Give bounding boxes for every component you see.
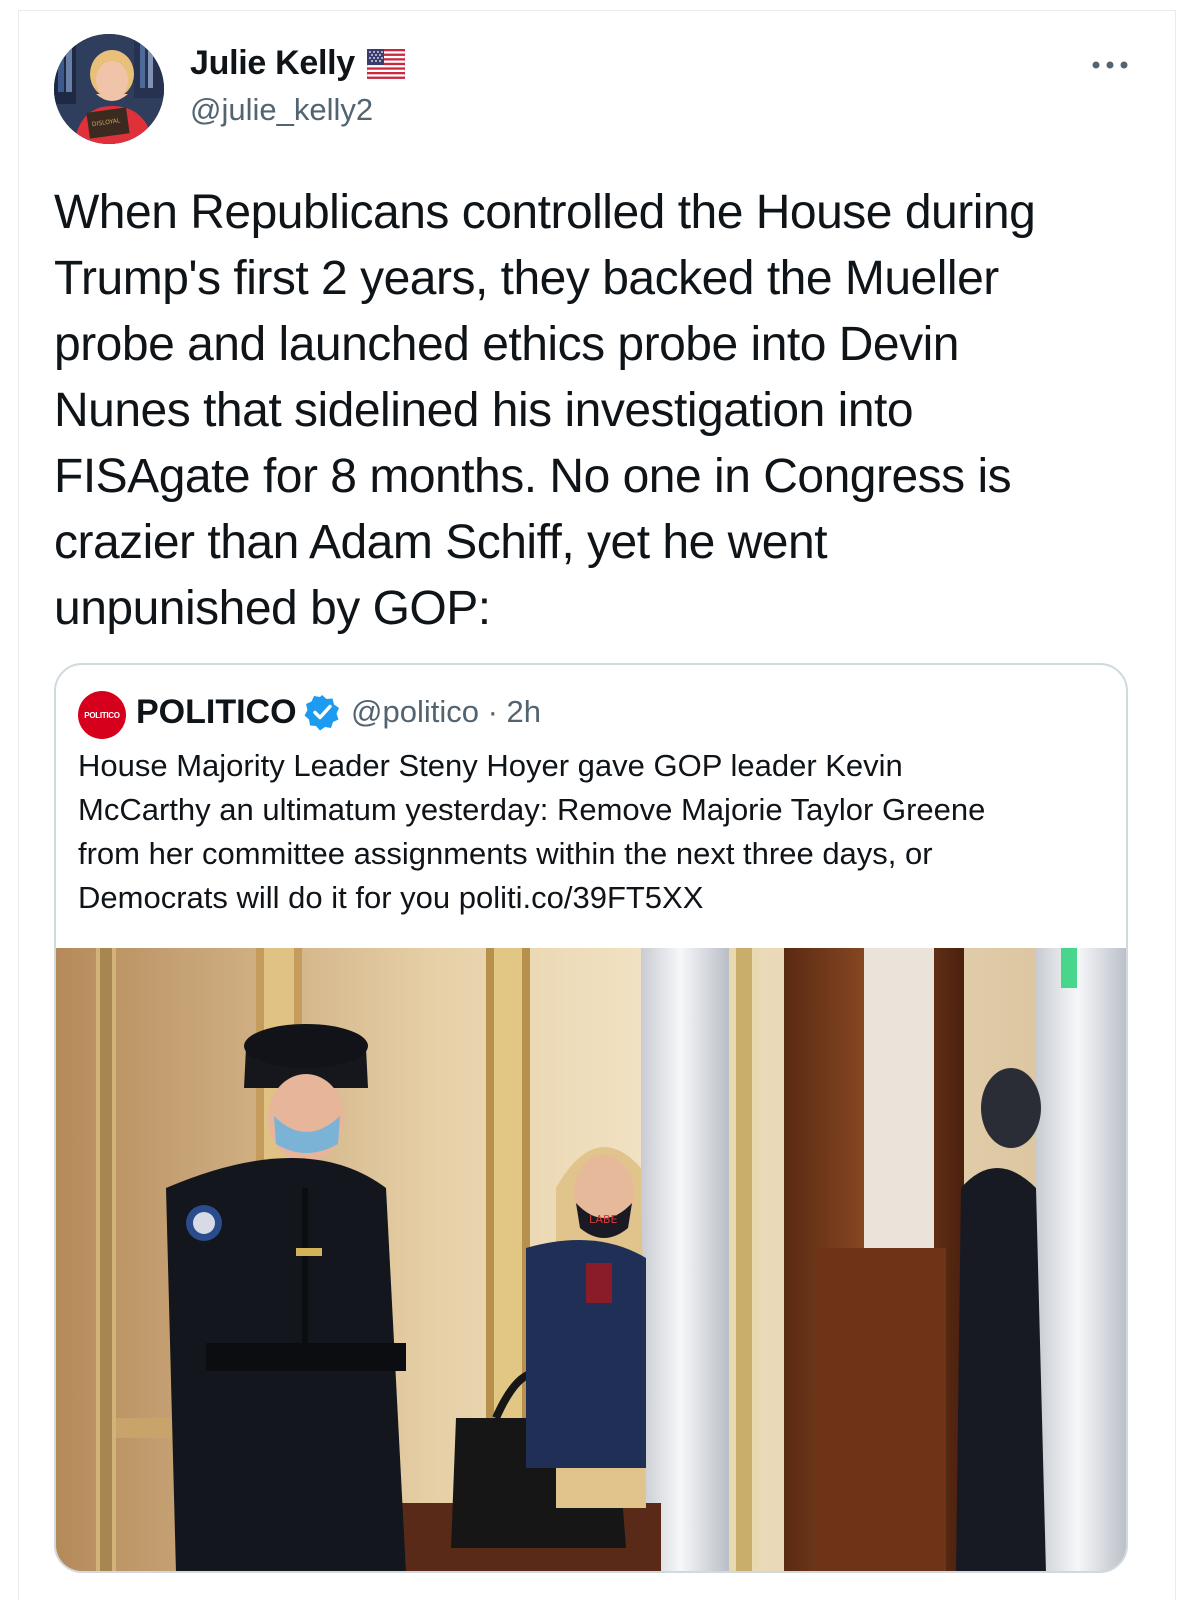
politico-logo[interactable]: POLITICO	[78, 691, 126, 739]
author-name[interactable]: Julie Kelly	[190, 44, 355, 83]
author-avatar[interactable]: DISLOYAL	[54, 34, 164, 144]
quoted-author-name[interactable]: POLITICO	[136, 693, 297, 732]
quoted-handle-time[interactable]: @politico · 2h	[351, 694, 541, 730]
quoted-tweet-photo[interactable]: LABE	[56, 948, 1126, 1571]
quoted-tweet-text: House Majority Leader Steny Hoyer gave G…	[78, 748, 986, 915]
tweet-text: When Republicans controlled the House du…	[54, 186, 1036, 635]
author-handle[interactable]: @julie_kelly2	[190, 92, 373, 128]
verified-badge-icon	[304, 695, 339, 731]
face-mask-text: LABE	[589, 1213, 617, 1226]
us-flag-icon	[367, 49, 405, 79]
avatar-image: DISLOYAL	[54, 34, 164, 144]
screenshot-page: DISLOYAL Julie Kelly @julie_kelly2 When …	[0, 0, 1194, 1600]
quoted-tweet[interactable]: POLITICO POLITICO @politico · 2h House M…	[54, 663, 1128, 1573]
more-dots-icon[interactable]	[1088, 50, 1132, 80]
capitol-hallway-photo: LABE	[56, 948, 1126, 1571]
